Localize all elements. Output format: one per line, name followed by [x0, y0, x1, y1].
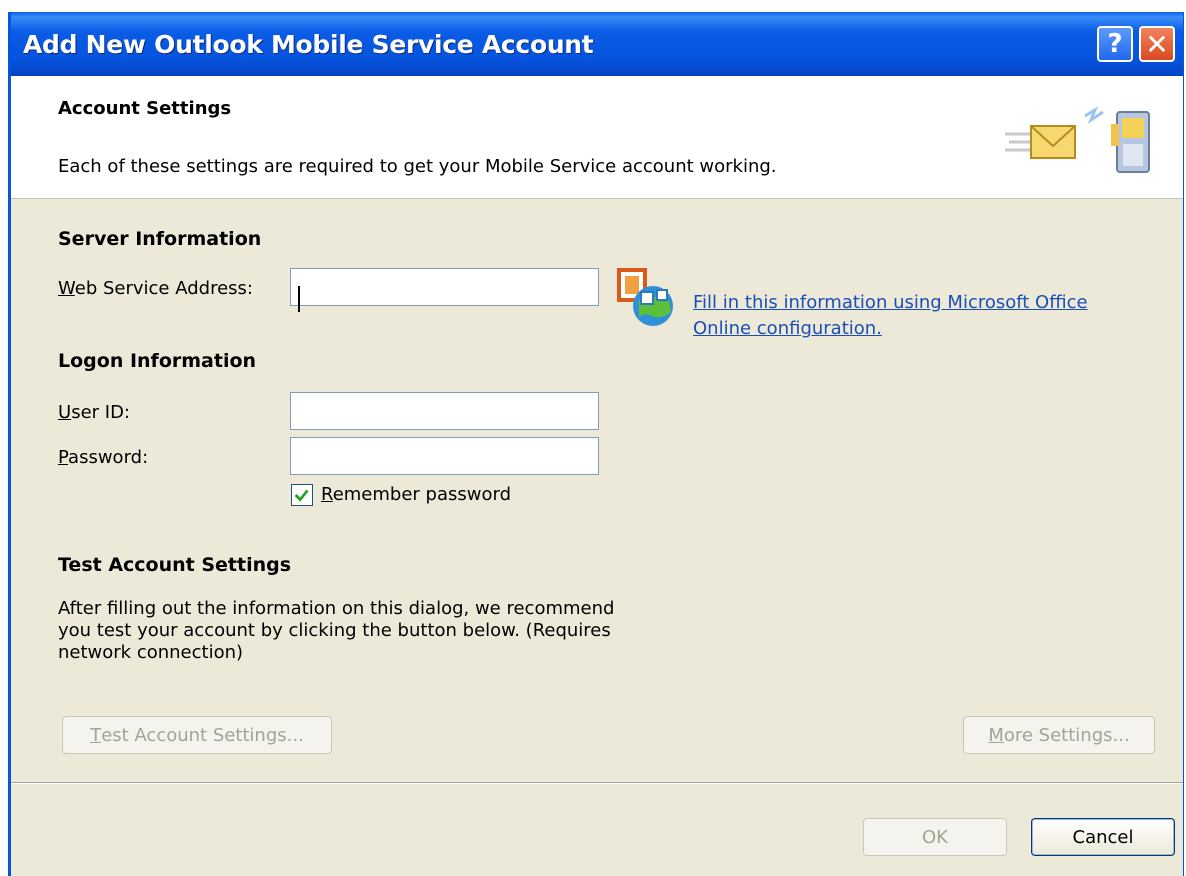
web-service-label-text: eb Service Address: — [74, 278, 253, 299]
help-button[interactable]: ? — [1097, 26, 1133, 62]
password-label: Password: — [58, 447, 148, 468]
more-accel: M — [988, 724, 1004, 746]
password-accel: P — [58, 447, 69, 468]
footer-divider — [11, 782, 1183, 784]
window-title: Add New Outlook Mobile Service Account — [23, 30, 594, 59]
office-online-icon — [617, 268, 673, 326]
remember-accel: R — [321, 484, 333, 505]
mail-to-mobile-icon — [1005, 106, 1150, 173]
user-id-accel: U — [58, 402, 72, 423]
remember-password-checkbox[interactable] — [291, 484, 313, 506]
test-account-settings-button[interactable]: Test Account Settings... — [62, 716, 332, 754]
user-id-label: User ID: — [58, 402, 130, 423]
ok-button[interactable]: OK — [863, 818, 1007, 856]
logon-information-heading: Logon Information — [58, 350, 257, 372]
header-title: Account Settings — [58, 98, 232, 119]
password-label-text: assword: — [68, 447, 149, 468]
web-service-accel: W — [58, 278, 75, 299]
title-bar[interactable]: Add New Outlook Mobile Service Account ?… — [11, 12, 1183, 76]
more-button-text: ore Settings... — [1003, 724, 1130, 746]
user-id-label-text: ser ID: — [71, 402, 130, 423]
more-settings-button[interactable]: More Settings... — [963, 716, 1155, 754]
password-input[interactable] — [290, 437, 599, 475]
text-caret — [298, 286, 300, 312]
web-service-address-label: Web Service Address: — [58, 278, 253, 299]
remember-password-label[interactable]: Remember password — [321, 484, 511, 505]
test-accel: T — [90, 724, 102, 746]
test-account-settings-heading: Test Account Settings — [58, 554, 292, 576]
test-button-text: est Account Settings... — [101, 724, 304, 746]
header-panel: Account Settings Each of these settings … — [11, 76, 1183, 199]
cancel-button[interactable]: Cancel — [1031, 818, 1175, 856]
test-account-description: After filling out the information on thi… — [58, 598, 615, 663]
close-button[interactable]: ✕ — [1139, 26, 1175, 62]
checkmark-icon — [294, 489, 309, 502]
web-service-address-input[interactable] — [290, 268, 599, 306]
dialog-window: Add New Outlook Mobile Service Account ?… — [8, 12, 1184, 876]
header-description: Each of these settings are required to g… — [58, 156, 777, 177]
office-online-config-link[interactable]: Fill in this information using Microsoft… — [693, 290, 1113, 342]
user-id-input[interactable] — [290, 392, 599, 430]
server-information-heading: Server Information — [58, 228, 262, 250]
remember-label-text: emember password — [332, 484, 511, 505]
